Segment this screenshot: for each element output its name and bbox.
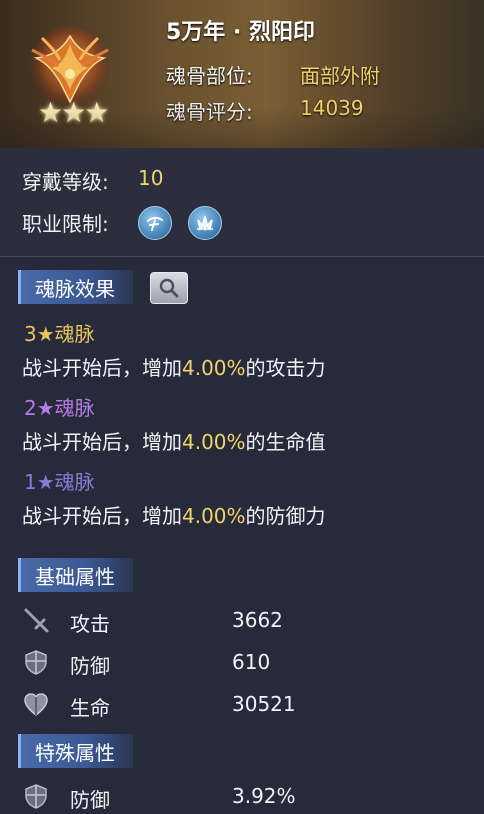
score-label: 魂骨评分: (166, 100, 253, 124)
vein-desc-prefix: 战斗开始后，增加 (22, 504, 182, 528)
stat-value: 3.92% (232, 784, 296, 808)
special-attrs-tag: 特殊属性 (18, 734, 133, 768)
requirements-panel (0, 148, 484, 257)
sword-icon (22, 606, 50, 634)
special-attrs-label: 特殊属性 (35, 740, 115, 765)
vein-desc: 战斗开始后，增加4.00%的防御力 (22, 500, 326, 529)
vein-desc: 战斗开始后，增加4.00%的攻击力 (22, 352, 326, 381)
magnifier-icon[interactable] (150, 272, 188, 304)
score-value: 14039 (300, 96, 364, 120)
vein-desc-suffix: 的防御力 (245, 504, 326, 528)
vein-section-label: 魂脉效果 (35, 276, 115, 301)
base-attrs-tag: 基础属性 (18, 558, 133, 592)
stat-value: 3662 (232, 608, 283, 632)
shield-icon (22, 648, 50, 676)
vein-percent: 4.00% (182, 356, 246, 380)
vein-desc-prefix: 战斗开始后，增加 (22, 356, 182, 380)
item-header: ★★★ 5万年 · 烈阳印 魂骨部位: 面部外附 魂骨评分: 14039 (0, 0, 484, 149)
vein-desc: 战斗开始后，增加4.00%的生命值 (22, 426, 326, 455)
vein-percent: 4.00% (182, 504, 246, 528)
level-label: 穿戴等级: (22, 170, 109, 194)
base-attrs-label: 基础属性 (35, 564, 115, 589)
vein-percent: 4.00% (182, 430, 246, 454)
vein-desc-suffix: 的攻击力 (245, 356, 326, 380)
vein-title: 2★魂脉 (24, 396, 95, 420)
stat-value: 610 (232, 650, 271, 674)
part-value: 面部外附 (300, 64, 380, 88)
vein-title: 3★魂脉 (24, 322, 95, 346)
stat-name: 攻击 (70, 612, 110, 636)
vein-desc-suffix: 的生命值 (245, 430, 326, 454)
stat-name: 防御 (70, 654, 110, 678)
item-name: 5万年 · 烈阳印 (166, 20, 315, 45)
level-value: 10 (138, 166, 164, 190)
stat-name: 生命 (70, 696, 110, 720)
vein-desc-prefix: 战斗开始后，增加 (22, 430, 182, 454)
vein-title: 1★魂脉 (24, 470, 95, 494)
shield-icon (22, 782, 50, 810)
class-label: 职业限制: (22, 212, 109, 236)
class-spirit-icon[interactable] (138, 206, 172, 240)
vein-section-tag: 魂脉效果 (18, 270, 133, 304)
stat-value: 30521 (232, 692, 296, 716)
star-rating: ★★★ (38, 96, 109, 129)
heart-icon (22, 690, 50, 718)
part-label: 魂骨部位: (166, 64, 253, 88)
phoenix-emblem-icon (22, 16, 118, 124)
class-lotus-icon[interactable] (188, 206, 222, 240)
